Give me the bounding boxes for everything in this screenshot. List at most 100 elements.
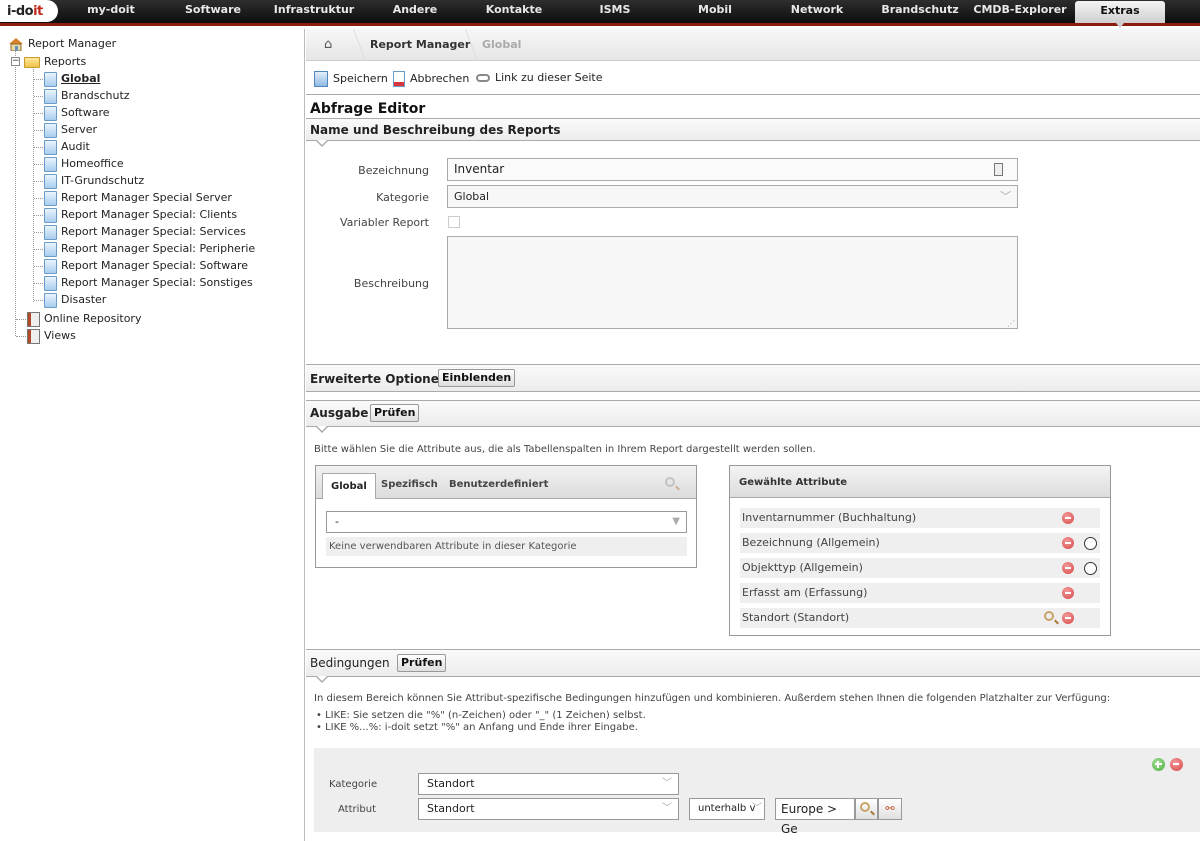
tree-item-report[interactable]: IT-Grundschutz [44, 172, 144, 189]
collapse-toggle[interactable]: − [11, 57, 20, 66]
attribute-label: Bezeichnung (Allgemein) [742, 536, 880, 549]
section-output: Ausgabe [306, 400, 1200, 427]
report-icon [44, 275, 57, 291]
nav-network[interactable]: Network [772, 0, 862, 22]
tree-label: IT-Grundschutz [61, 174, 145, 187]
search-icon[interactable] [665, 477, 675, 487]
tree-label: Report Manager Special: Peripherie [61, 242, 256, 255]
link-to-page-button[interactable]: Link zu dieser Seite [476, 70, 602, 86]
attribute-picker-panel: Global Spezifisch Benutzerdefiniert - ▼ K… [315, 465, 697, 568]
variabler-report-checkbox[interactable] [448, 216, 460, 228]
selected-attribute-row: Erfasst am (Erfassung) [740, 583, 1100, 603]
tree-item-report[interactable]: Audit [44, 138, 90, 155]
breadcrumb-separator [340, 29, 366, 61]
selected-attribute-row: Inventarnummer (Buchhaltung) [740, 508, 1100, 528]
tree-item-report[interactable]: Report Manager Special: Software [44, 257, 248, 274]
tree-item-views[interactable]: Views [27, 327, 76, 344]
tree-item-report[interactable]: Report Manager Special: Services [44, 223, 246, 240]
remove-condition-icon[interactable] [1170, 758, 1183, 771]
select-value: Standort [427, 802, 475, 815]
bezeichnung-label: Bezeichnung [358, 164, 429, 177]
select-value: - [335, 515, 339, 528]
condition-operator-select[interactable]: unterhalb v ﹀ [689, 798, 765, 820]
condition-block: Kategorie Standort ﹀ Attribut Standort ﹀ u… [314, 748, 1200, 836]
conditions-bullet: • LIKE: Sie setzen die "%" (n-Zeichen) o… [316, 710, 646, 721]
tree-line [34, 79, 43, 80]
sort-radio[interactable] [1084, 537, 1097, 550]
tree-label: Report Manager [28, 37, 117, 50]
condition-attribut-label: Attribut [338, 804, 377, 815]
tab-spezifisch[interactable]: Spezifisch [381, 479, 438, 490]
attribute-label: Standort (Standort) [742, 611, 850, 624]
tree-item-report[interactable]: Brandschutz [44, 87, 130, 104]
tree-line [34, 147, 43, 148]
tree-item-report[interactable]: Disaster [44, 291, 106, 308]
tree-folder-reports[interactable]: Reports [24, 53, 86, 70]
nav-software[interactable]: Software [168, 0, 258, 22]
page-title: Abfrage Editor [310, 101, 426, 117]
home-icon[interactable]: ⌂ [324, 37, 332, 52]
browse-location-button[interactable] [855, 798, 878, 820]
nav-isms[interactable]: ISMS [570, 0, 660, 22]
link-label: Link zu dieser Seite [495, 71, 603, 84]
selected-attribute-row: Bezeichnung (Allgemein) [740, 533, 1100, 553]
add-condition-icon[interactable] [1152, 758, 1165, 771]
nav-mobil[interactable]: Mobil [670, 0, 760, 22]
remove-attribute-icon[interactable] [1062, 587, 1074, 599]
resize-handle[interactable]: ⋰ [1007, 319, 1015, 328]
conditions-check-button[interactable]: Prüfen [397, 654, 447, 672]
tree-item-report[interactable]: Report Manager Special Server [44, 189, 232, 206]
bezeichnung-input[interactable]: Inventar [447, 158, 1018, 181]
i-doit-logo[interactable]: i-doit [0, 0, 58, 22]
search-icon[interactable] [1044, 611, 1054, 621]
tree-item-report[interactable]: Server [44, 121, 97, 138]
tree-item-report[interactable]: Global [44, 70, 100, 87]
nav-cmdb-explorer[interactable]: CMDB-Explorer [970, 0, 1070, 22]
nav-kontakte[interactable]: Kontakte [470, 0, 558, 22]
nav-infrastruktur[interactable]: Infrastruktur [262, 0, 366, 22]
sort-radio[interactable] [1084, 562, 1097, 575]
tree-item-report[interactable]: Software [44, 104, 110, 121]
output-check-button[interactable]: Prüfen [370, 404, 420, 422]
tree-line [34, 215, 43, 216]
attribute-category-select[interactable]: - ▼ [326, 511, 687, 533]
section-arrow [316, 140, 328, 147]
nav-my-doit[interactable]: my-doit [66, 0, 156, 22]
cancel-button[interactable]: Abbrechen [393, 71, 469, 87]
bullet-text: LIKE: Sie setzen die "%" (n-Zeichen) ode… [325, 710, 646, 721]
condition-kategorie-select[interactable]: Standort ﹀ [418, 773, 679, 795]
tree-item-online-repository[interactable]: Online Repository [27, 310, 141, 327]
tree-line [34, 181, 43, 182]
tree-root-report-manager[interactable]: Report Manager [8, 35, 116, 52]
detach-location-button[interactable]: ⚯ [878, 798, 902, 820]
einblenden-button[interactable]: Einblenden [438, 369, 516, 387]
tree-item-report[interactable]: Report Manager Special: Sonstiges [44, 274, 253, 291]
link-icon [476, 74, 490, 82]
chevron-down-icon: ﹀ [752, 803, 762, 814]
condition-attribut-select[interactable]: Standort ﹀ [418, 798, 679, 820]
beschreibung-textarea[interactable]: ⋰ [447, 236, 1018, 329]
tab-global[interactable]: Global [322, 473, 376, 499]
kategorie-label: Kategorie [376, 191, 429, 204]
attribute-tabs: Global Spezifisch Benutzerdefiniert [316, 466, 696, 499]
tree-item-report[interactable]: Report Manager Special: Clients [44, 206, 237, 223]
nav-extras[interactable]: Extras [1075, 1, 1165, 28]
remove-attribute-icon[interactable] [1062, 612, 1074, 624]
kategorie-select[interactable]: Global ﹀ [447, 185, 1018, 208]
tree-line [34, 232, 43, 233]
save-button[interactable]: Speichern [314, 71, 388, 87]
condition-value-input[interactable]: Europe > Ge [775, 798, 855, 836]
section-name-description: Name und Beschreibung des Reports [306, 118, 1200, 141]
tree-label: Views [44, 329, 76, 342]
tab-benutzerdefiniert[interactable]: Benutzerdefiniert [449, 479, 548, 490]
translation-icon[interactable] [994, 163, 1003, 176]
tree-item-report[interactable]: Homeoffice [44, 155, 124, 172]
remove-attribute-icon[interactable] [1062, 537, 1074, 549]
chevron-down-icon: ﹀ [662, 803, 672, 814]
remove-attribute-icon[interactable] [1062, 562, 1074, 574]
section-title: Erweiterte Optionen [310, 372, 448, 386]
nav-andere[interactable]: Andere [370, 0, 460, 22]
tree-item-report[interactable]: Report Manager Special: Peripherie [44, 240, 255, 257]
nav-brandschutz[interactable]: Brandschutz [870, 0, 970, 22]
remove-attribute-icon[interactable] [1062, 512, 1074, 524]
